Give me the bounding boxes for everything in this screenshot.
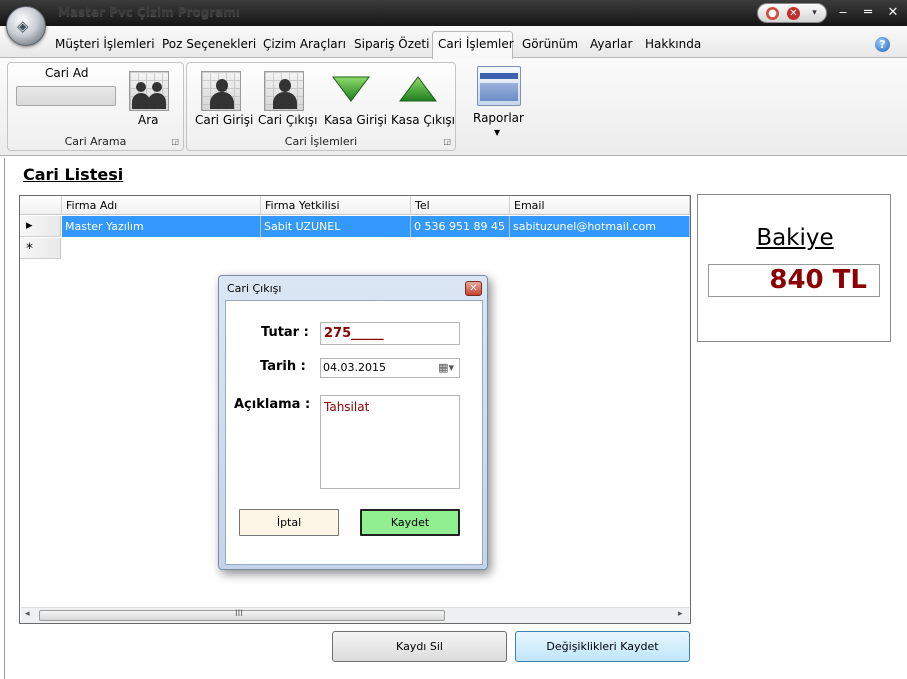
cari-ad-input[interactable] (16, 86, 116, 106)
tab-hakkinda[interactable]: Hakkında (641, 32, 705, 56)
table-cell-email[interactable]: sabituzunel@hotmail.com (510, 216, 690, 237)
kasa-girisi-button[interactable]: Kasa Girişi (324, 113, 387, 127)
group-label-cari-arama: Cari Arama (64, 135, 127, 148)
row-header-selected[interactable]: ▸ (20, 216, 61, 237)
maximize-icon[interactable]: ═ (859, 4, 877, 22)
quick-access-toolbar: ● ✕ ▾ (757, 3, 827, 23)
group-cari-islemleri: Cari Girişi Cari Çıkışı Kasa Girişi Kasa… (186, 62, 456, 151)
column-header-firma-yetkilisi[interactable]: Firma Yetkilisi (261, 196, 411, 215)
tab-poz-secenekleri[interactable]: Poz Seçenekleri (158, 32, 260, 56)
scroll-thumb[interactable]: III (39, 609, 445, 621)
app-title: Master Pvc Çizim Programı (58, 5, 240, 19)
dialog-body: Tutar : 275_____ Tarih : 04.03.2015 ▦▾ A… (225, 300, 483, 565)
scroll-right-icon[interactable]: ▸ (678, 609, 683, 619)
dialog-title: Cari Çıkışı (227, 282, 282, 295)
table-cell-firma-adi[interactable]: Master Yazılım (62, 216, 261, 237)
tutar-label: Tutar : (261, 325, 309, 340)
table-cell-firma-yetkilisi[interactable]: Sabit UZUNEL (261, 216, 411, 237)
tarih-value: 04.03.2015 (323, 361, 386, 374)
column-header-firma-adi[interactable]: Firma Adı (62, 196, 261, 215)
aciklama-label: Açıklama : (234, 397, 311, 412)
close-icon[interactable]: ✕ (787, 7, 800, 20)
column-header-tel[interactable]: Tel (411, 196, 510, 215)
tab-siparis-ozeti[interactable]: Sipariş Özeti (350, 32, 433, 56)
report-icon[interactable] (477, 66, 521, 106)
new-row-icon: * (26, 241, 33, 257)
tutar-input[interactable]: 275_____ (320, 322, 460, 345)
tarih-picker[interactable]: 04.03.2015 ▦▾ (320, 358, 460, 378)
horizontal-scrollbar[interactable]: ◂ III ▸ (21, 607, 689, 623)
tab-cari-islemler[interactable]: Cari İşlemler (434, 32, 518, 56)
bakiye-value: 840 TL (708, 264, 880, 297)
bakiye-panel: Bakiye 840 TL (697, 194, 891, 342)
person-icon[interactable] (264, 71, 304, 111)
scroll-grip: III (235, 609, 243, 619)
row-selector-icon: ▸ (26, 218, 33, 233)
arrow-down-icon[interactable] (331, 75, 371, 103)
cancel-button[interactable]: İptal (239, 509, 339, 536)
close-icon[interactable]: ✕ (465, 281, 482, 296)
aciklama-textarea[interactable]: Tahsilat (320, 395, 460, 489)
column-header-email[interactable]: Email (510, 196, 690, 215)
page-title: Cari Listesi (23, 165, 124, 184)
dialog-launcher-icon[interactable]: ◲ (171, 138, 179, 146)
dialog-launcher-icon[interactable]: ◲ (443, 138, 451, 146)
chevron-down-icon[interactable]: ▾ (808, 7, 821, 20)
tab-cizim-araclari[interactable]: Çizim Araçları (259, 32, 350, 56)
group-cari-arama: Cari Ad Ara Cari Arama ◲ (7, 62, 184, 151)
table-cell-tel[interactable]: 0 536 951 89 45 (411, 216, 510, 237)
tab-ayarlar[interactable]: Ayarlar (586, 32, 636, 56)
row-header-new[interactable]: * (20, 238, 61, 259)
cari-ad-label: Cari Ad (45, 66, 89, 80)
calendar-icon[interactable]: ▦▾ (438, 359, 454, 377)
tab-gorunum[interactable]: Görünüm (518, 32, 582, 56)
record-icon[interactable]: ● (766, 7, 779, 20)
arrow-up-icon[interactable] (398, 75, 438, 103)
grid-corner (20, 196, 62, 215)
raporlar-button[interactable]: Raporlar (473, 111, 524, 125)
person-icon[interactable] (201, 71, 241, 111)
kaydi-sil-button[interactable]: Kaydı Sil (332, 631, 507, 662)
chevron-down-icon[interactable]: ▼ (494, 128, 500, 137)
tab-musteri-islemleri[interactable]: Müşteri İşlemleri (51, 32, 159, 56)
people-icon[interactable] (129, 71, 169, 111)
minimize-icon[interactable]: ‒ (834, 4, 852, 22)
save-button[interactable]: Kaydet (360, 509, 460, 536)
cari-girisi-button[interactable]: Cari Girişi (195, 113, 253, 127)
scroll-left-icon[interactable]: ◂ (25, 609, 30, 619)
save-changes-button[interactable]: Değişiklikleri Kaydet (515, 631, 690, 662)
cari-cikisi-dialog: Cari Çıkışı ✕ Tutar : 275_____ Tarih : 0… (218, 275, 488, 570)
help-icon[interactable]: ? (875, 37, 890, 52)
kasa-cikisi-button[interactable]: Kasa Çıkışı (391, 113, 455, 127)
tarih-label: Tarih : (260, 359, 306, 374)
office-orb-icon[interactable]: ◈ (6, 6, 46, 46)
group-label-cari-islemleri: Cari İşlemleri (284, 135, 358, 148)
close-window-icon[interactable]: ✕ (884, 4, 902, 22)
bakiye-title: Bakiye (756, 225, 834, 251)
cari-cikisi-button[interactable]: Cari Çıkışı (258, 113, 317, 127)
ara-button[interactable]: Ara (138, 113, 159, 127)
